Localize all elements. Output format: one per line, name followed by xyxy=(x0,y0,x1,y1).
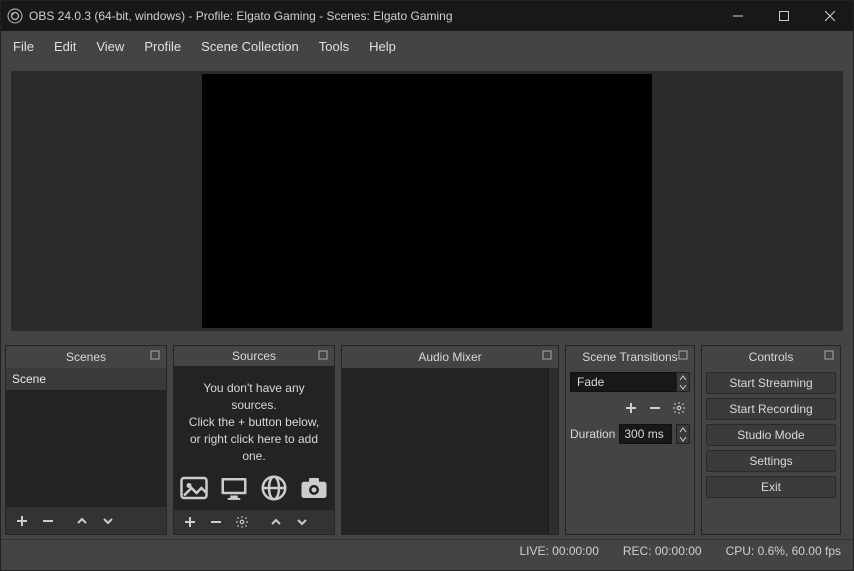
image-source-icon xyxy=(179,473,209,503)
docks-row: Scenes Scene Sources You don't xyxy=(1,341,853,539)
controls-dock: Controls Start Streaming Start Recording… xyxy=(701,345,841,535)
exit-button[interactable]: Exit xyxy=(706,476,836,498)
preview-canvas[interactable] xyxy=(202,74,652,328)
transitions-title: Scene Transitions xyxy=(566,346,694,368)
scenes-toolbar xyxy=(6,506,166,534)
scenes-popout-icon[interactable] xyxy=(150,350,162,362)
audio-title: Audio Mixer xyxy=(342,346,558,368)
settings-button[interactable]: Settings xyxy=(706,450,836,472)
duration-value: 300 ms xyxy=(624,427,663,441)
sources-title: Sources xyxy=(174,346,334,366)
menu-help[interactable]: Help xyxy=(359,33,406,60)
menu-tools[interactable]: Tools xyxy=(309,33,359,60)
browser-source-icon xyxy=(259,473,289,503)
scenes-dock: Scenes Scene xyxy=(5,345,167,535)
remove-scene-button[interactable] xyxy=(36,510,60,532)
move-source-up-button[interactable] xyxy=(264,511,288,533)
duration-label: Duration xyxy=(570,427,615,441)
transition-selected-value: Fade xyxy=(577,375,604,389)
scenes-title-label: Scenes xyxy=(66,350,106,364)
camera-source-icon xyxy=(299,473,329,503)
transitions-title-label: Scene Transitions xyxy=(582,350,677,364)
controls-title: Controls xyxy=(702,346,840,368)
menu-scene-collection[interactable]: Scene Collection xyxy=(191,33,309,60)
sources-toolbar xyxy=(174,509,334,534)
transitions-dock: Scene Transitions Fade Duration xyxy=(565,345,695,535)
sources-popout-icon[interactable] xyxy=(318,350,330,362)
studio-mode-button[interactable]: Studio Mode xyxy=(706,424,836,446)
menu-bar: File Edit View Profile Scene Collection … xyxy=(1,31,853,61)
audio-popout-icon[interactable] xyxy=(542,350,554,362)
status-bar: LIVE: 00:00:00 REC: 00:00:00 CPU: 0.6%, … xyxy=(1,539,853,561)
sources-dock: Sources You don't have any sources. Clic… xyxy=(173,345,335,535)
status-cpu: CPU: 0.6%, 60.00 fps xyxy=(726,544,841,558)
source-properties-button[interactable] xyxy=(230,511,254,533)
duration-field[interactable]: 300 ms xyxy=(619,424,672,444)
start-recording-button[interactable]: Start Recording xyxy=(706,398,836,420)
transition-properties-button[interactable] xyxy=(668,398,690,418)
chevron-down-icon[interactable] xyxy=(677,434,689,443)
scenes-title: Scenes xyxy=(6,346,166,368)
move-source-down-button[interactable] xyxy=(290,511,314,533)
status-live: LIVE: 00:00:00 xyxy=(519,544,598,558)
preview-area xyxy=(1,61,853,341)
remove-transition-button[interactable] xyxy=(644,398,666,418)
sources-list[interactable]: You don't have any sources. Click the + … xyxy=(174,366,334,509)
transition-select[interactable]: Fade xyxy=(570,372,676,392)
display-source-icon xyxy=(219,473,249,503)
controls-popout-icon[interactable] xyxy=(824,350,836,362)
menu-edit[interactable]: Edit xyxy=(44,33,86,60)
obs-window: OBS 24.0.3 (64-bit, windows) - Profile: … xyxy=(0,0,854,571)
transitions-body: Fade Duration 300 ms xyxy=(566,368,694,534)
sources-empty-message: You don't have any sources. Click the + … xyxy=(174,366,334,509)
sources-empty-line2: Click the + button below, xyxy=(180,414,328,431)
status-rec: REC: 00:00:00 xyxy=(623,544,702,558)
scene-item[interactable]: Scene xyxy=(6,368,166,390)
audio-mixer-list[interactable] xyxy=(342,368,558,534)
sources-empty-line3: or right click here to add one. xyxy=(180,431,328,465)
audio-mixer-dock: Audio Mixer xyxy=(341,345,559,535)
title-bar: OBS 24.0.3 (64-bit, windows) - Profile: … xyxy=(1,1,853,31)
audio-title-label: Audio Mixer xyxy=(418,350,481,364)
transitions-popout-icon[interactable] xyxy=(678,350,690,362)
menu-view[interactable]: View xyxy=(86,33,134,60)
controls-title-label: Controls xyxy=(749,350,794,364)
menu-profile[interactable]: Profile xyxy=(134,33,191,60)
sources-title-label: Sources xyxy=(232,349,276,363)
remove-source-button[interactable] xyxy=(204,511,228,533)
start-streaming-button[interactable]: Start Streaming xyxy=(706,372,836,394)
transition-select-spinner[interactable] xyxy=(676,372,690,392)
scenes-list[interactable]: Scene xyxy=(6,368,166,506)
add-source-button[interactable] xyxy=(178,511,202,533)
move-scene-up-button[interactable] xyxy=(70,510,94,532)
duration-spinner[interactable] xyxy=(676,424,690,444)
preview-background xyxy=(11,71,843,331)
close-button[interactable] xyxy=(807,1,853,31)
controls-body: Start Streaming Start Recording Studio M… xyxy=(702,368,840,534)
chevron-up-icon[interactable] xyxy=(677,373,689,382)
obs-logo-icon xyxy=(7,8,23,24)
menu-file[interactable]: File xyxy=(3,33,44,60)
sources-empty-line1: You don't have any sources. xyxy=(180,380,328,414)
audio-scrollbar[interactable] xyxy=(548,368,558,534)
add-scene-button[interactable] xyxy=(10,510,34,532)
add-transition-button[interactable] xyxy=(620,398,642,418)
move-scene-down-button[interactable] xyxy=(96,510,120,532)
window-title: OBS 24.0.3 (64-bit, windows) - Profile: … xyxy=(29,9,715,23)
minimize-button[interactable] xyxy=(715,1,761,31)
chevron-up-icon[interactable] xyxy=(677,425,689,434)
maximize-button[interactable] xyxy=(761,1,807,31)
chevron-down-icon[interactable] xyxy=(677,382,689,391)
